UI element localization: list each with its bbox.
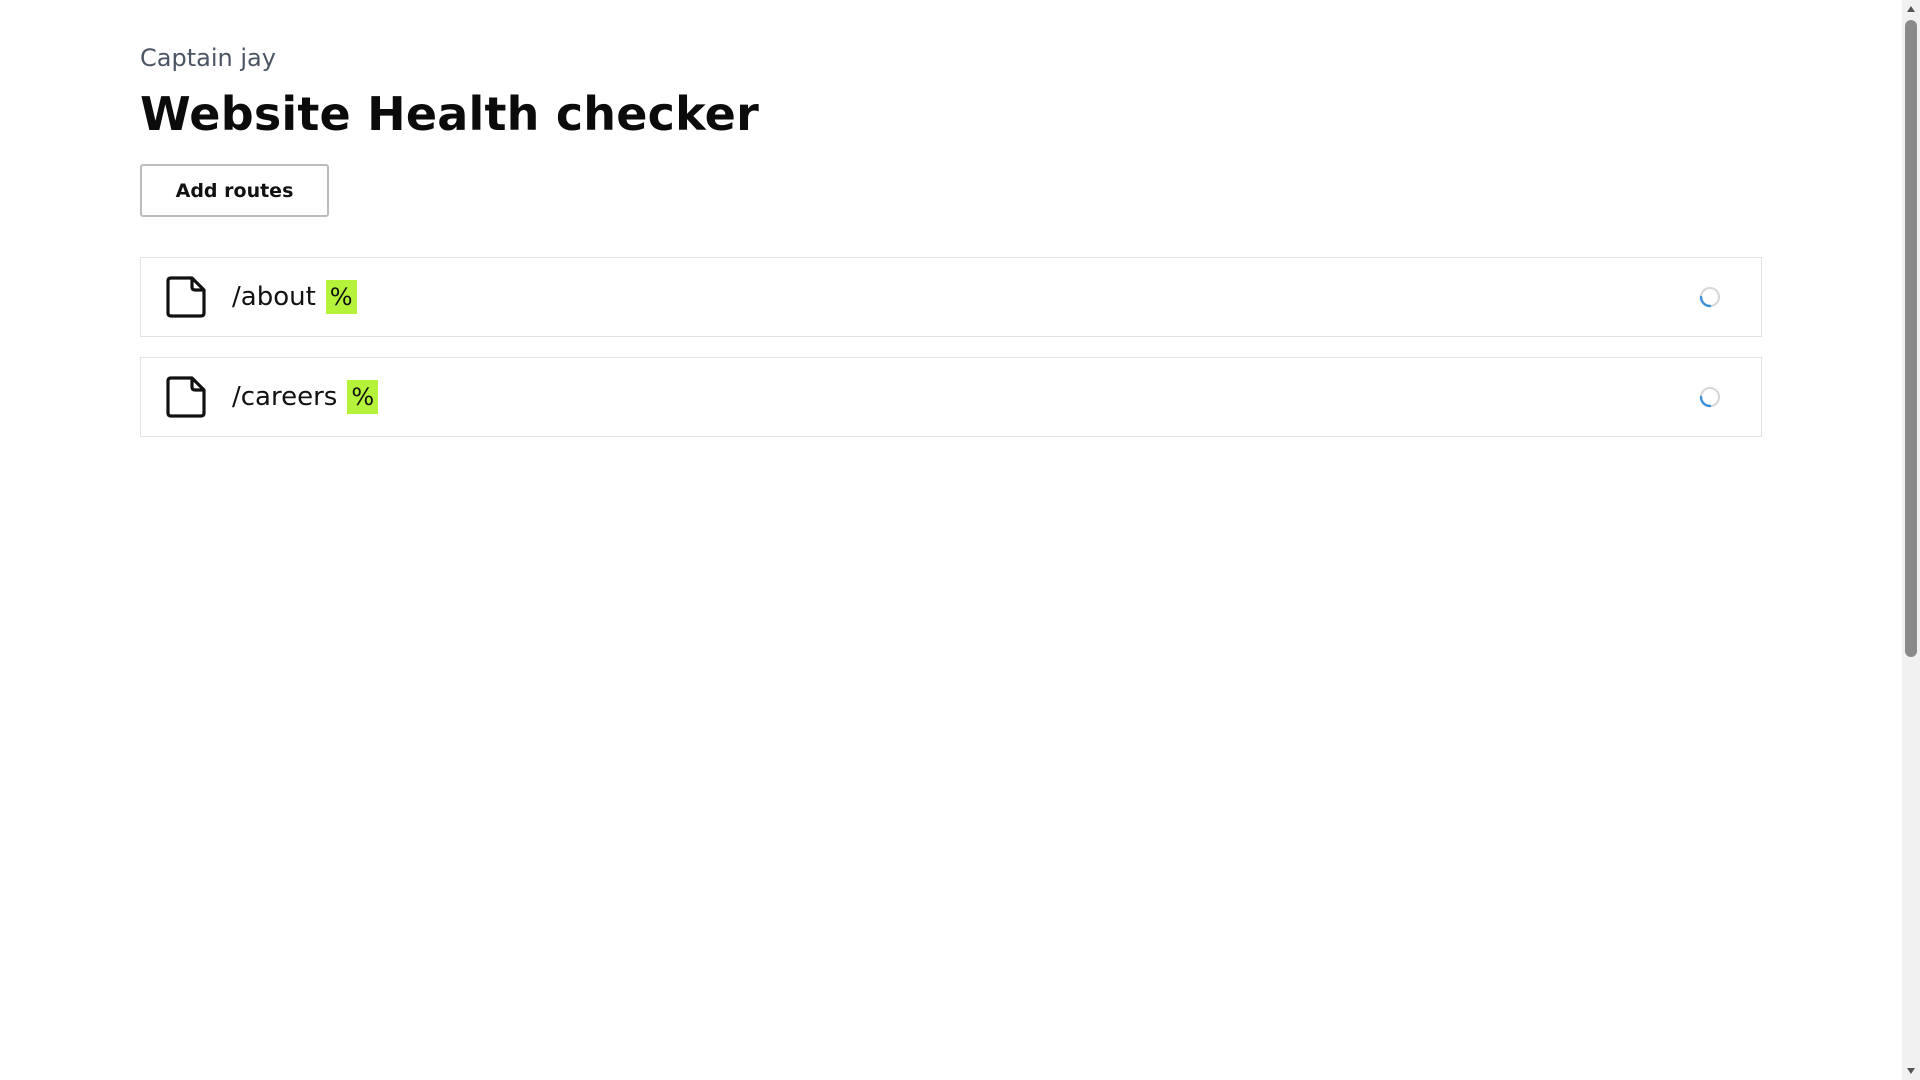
route-path: /about [232, 282, 316, 312]
page-title: Website Health checker [140, 87, 759, 141]
file-icon [166, 276, 206, 318]
scroll-down-arrow-icon[interactable] [1902, 1062, 1920, 1080]
loading-spinner-icon [1699, 387, 1720, 408]
file-icon [166, 376, 206, 418]
scroll-up-arrow-icon[interactable] [1902, 0, 1920, 18]
scrollbar-thumb[interactable] [1905, 20, 1917, 657]
route-path: /careers [232, 382, 338, 412]
owner-name: Captain jay [140, 44, 276, 72]
loading-spinner-icon [1699, 287, 1720, 308]
vertical-scrollbar[interactable] [1902, 0, 1920, 1080]
route-row-careers[interactable]: /careers % [140, 357, 1762, 437]
main-content: Captain jay Website Health checker Add r… [140, 40, 1762, 437]
page: Captain jay Website Health checker Add r… [0, 0, 1920, 1080]
routes-list: /about % /careers % [140, 257, 1762, 457]
route-label: /about % [232, 258, 357, 336]
percent-badge: % [347, 380, 379, 414]
route-label: /careers % [232, 358, 379, 436]
route-row-about[interactable]: /about % [140, 257, 1762, 337]
percent-badge: % [325, 280, 357, 314]
add-routes-button[interactable]: Add routes [140, 164, 329, 217]
